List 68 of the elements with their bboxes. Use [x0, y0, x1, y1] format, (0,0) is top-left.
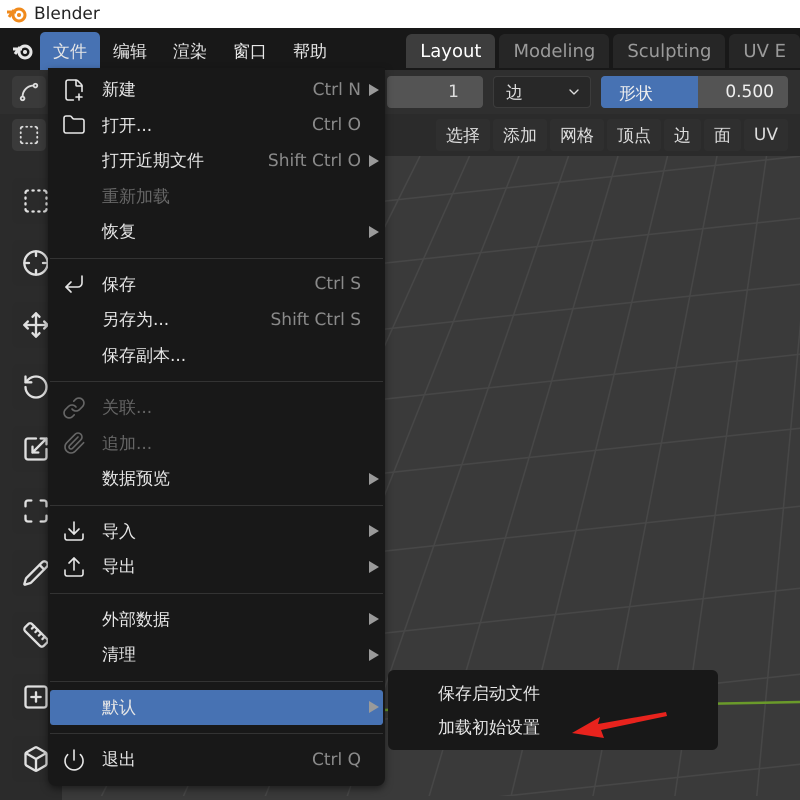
- file-menu-item[interactable]: 保存副本...: [50, 338, 383, 373]
- submenu-arrow-icon: [369, 472, 379, 485]
- editor-menu-item[interactable]: 选择: [436, 119, 490, 151]
- submenu-item[interactable]: 加载初始设置: [438, 710, 718, 744]
- transform-icon: [22, 497, 50, 525]
- editor-menu-item[interactable]: 添加: [492, 119, 547, 151]
- scale-icon: [22, 435, 50, 463]
- slider-value: 0.500: [725, 82, 774, 102]
- export-icon: [62, 554, 86, 579]
- submenu-arrow-icon: [369, 84, 379, 96]
- file-menu-item[interactable]: 打开近期文件 Shift Ctrl O: [50, 143, 383, 178]
- submenu-arrow-icon: [369, 226, 379, 238]
- link-icon: [62, 396, 86, 420]
- segments-field[interactable]: 1: [387, 76, 483, 108]
- file-menu-item[interactable]: 导出: [50, 549, 383, 584]
- file-menu-item[interactable]: 新建 Ctrl N: [50, 72, 383, 108]
- new-file-icon: [62, 78, 86, 102]
- import-icon: [62, 519, 86, 544]
- curve-tool-icon: [18, 81, 40, 103]
- cursor-icon: [22, 249, 50, 277]
- pencil-icon: [22, 559, 50, 587]
- submenu-item[interactable]: 保存启动文件: [438, 676, 718, 710]
- file-menu-item[interactable]: 打开... Ctrl O: [50, 108, 383, 143]
- tool-button[interactable]: [12, 76, 46, 108]
- editor-menu-item[interactable]: 边: [664, 119, 701, 151]
- app-menu-icon: [12, 42, 34, 60]
- window-title: Blender: [34, 4, 100, 24]
- submenu-arrow-icon: [369, 648, 379, 661]
- ruler-icon: [22, 621, 50, 649]
- shape-slider[interactable]: 形状 0.500: [601, 76, 788, 108]
- move-icon: [22, 311, 50, 339]
- submenu-arrow-icon: [369, 701, 379, 714]
- editor-menu-item[interactable]: 面: [704, 119, 741, 151]
- file-menu-item[interactable]: 外部数据: [50, 602, 383, 637]
- select-mode-button[interactable]: [12, 119, 46, 151]
- cube-icon: [22, 745, 50, 773]
- file-menu-item[interactable]: 导入: [50, 514, 383, 549]
- menu-item[interactable]: 窗口: [220, 32, 280, 70]
- file-menu-item[interactable]: 数据预览: [50, 461, 383, 496]
- file-menu-item[interactable]: 清理: [50, 637, 383, 672]
- editor-menu-item[interactable]: UV: [744, 119, 788, 151]
- menu-item[interactable]: 文件: [40, 32, 100, 70]
- app-logo-icon: [6, 5, 28, 23]
- menu-item[interactable]: 编辑: [100, 32, 160, 70]
- select-box-icon: [22, 187, 50, 215]
- power-icon: [62, 748, 86, 772]
- file-menu-item[interactable]: 默认: [50, 690, 383, 725]
- workspace-tab[interactable]: UV E: [729, 34, 800, 68]
- file-menu-item[interactable]: 退出 Ctrl Q: [50, 742, 383, 778]
- submenu-arrow-icon: [369, 154, 379, 167]
- file-menu-item[interactable]: 保存 Ctrl S: [50, 266, 383, 302]
- mode-select[interactable]: 边: [493, 76, 591, 108]
- menu-item[interactable]: 渲染: [160, 32, 220, 70]
- editor-menu-item[interactable]: 顶点: [606, 119, 661, 151]
- rotate-icon: [22, 373, 50, 401]
- submenu-arrow-icon: [369, 525, 379, 538]
- workspace-tab[interactable]: Sculpting: [613, 34, 726, 68]
- submenu-arrow-icon: [369, 613, 379, 626]
- workspace-tab[interactable]: Layout: [406, 34, 496, 68]
- submenu-arrow-icon: [369, 560, 379, 573]
- file-menu-item[interactable]: 另存为... Shift Ctrl S: [50, 302, 383, 338]
- editor-menu-item[interactable]: 网格: [550, 119, 604, 151]
- slider-label: 形状: [619, 83, 653, 105]
- select-box-icon: [18, 124, 40, 146]
- file-menu-item[interactable]: 恢复: [50, 214, 383, 250]
- workspace-tab[interactable]: Modeling: [499, 34, 610, 68]
- paperclip-icon: [62, 431, 86, 456]
- menu-item[interactable]: 帮助: [280, 32, 340, 70]
